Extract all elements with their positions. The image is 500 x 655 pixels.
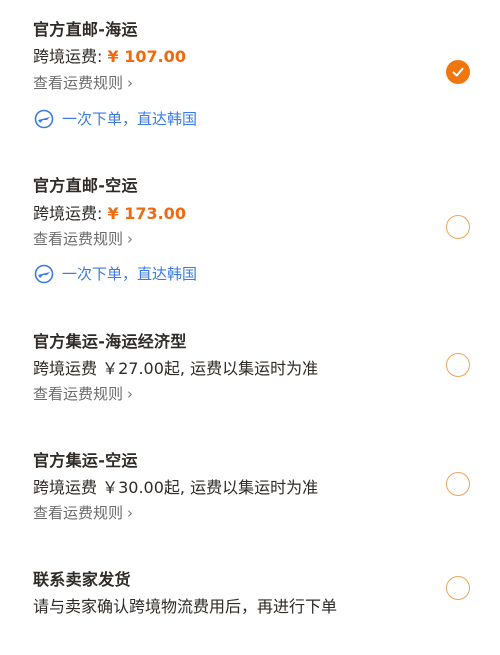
rule-link-label: 查看运费规则 xyxy=(33,230,124,248)
option-title: 官方集运-空运 xyxy=(33,451,138,470)
option-title: 联系卖家发货 xyxy=(33,570,131,589)
view-fee-rules-link[interactable]: 查看运费规则 › xyxy=(33,228,133,249)
fee-line: 跨境运费: ¥ 173.00 xyxy=(33,200,186,224)
option-radio[interactable] xyxy=(446,215,470,239)
view-fee-rules-link[interactable]: 查看运费规则 › xyxy=(33,383,133,404)
fee-line: 请与卖家确认跨境物流费用后，再进行下单 xyxy=(33,597,338,616)
promo-line: 一次下单，直达韩国 xyxy=(34,263,197,284)
fee-price: ¥ 107.00 xyxy=(107,47,186,66)
view-fee-rules-link[interactable]: 查看运费规则 › xyxy=(33,502,133,523)
chevron-right-icon: › xyxy=(127,385,134,403)
promo-line: 一次下单，直达韩国 xyxy=(34,108,197,129)
chevron-right-icon: › xyxy=(127,230,134,248)
shipping-option-sea-direct[interactable]: 官方直邮-海运 跨境运费: ¥ 107.00 查看运费规则 › 一次下单，直达韩国 xyxy=(0,0,500,150)
option-radio-selected[interactable] xyxy=(446,60,470,84)
option-radio[interactable] xyxy=(446,353,470,377)
fee-label: 跨境运费: xyxy=(33,204,103,223)
fee-line: 跨境运费 ￥27.00起, 运费以集运时为准 xyxy=(33,359,319,378)
fee-line: 跨境运费 ￥30.00起, 运费以集运时为准 xyxy=(33,478,319,497)
check-icon xyxy=(452,67,464,77)
promo-text: 一次下单，直达韩国 xyxy=(62,265,198,283)
promo-text: 一次下单，直达韩国 xyxy=(62,110,198,128)
rule-link-label: 查看运费规则 xyxy=(33,74,124,92)
shipping-option-contact-seller[interactable]: 联系卖家发货 请与卖家确认跨境物流费用后，再进行下单 xyxy=(0,550,500,640)
chevron-right-icon: › xyxy=(127,504,134,522)
plane-circle-icon xyxy=(34,109,54,128)
chevron-right-icon: › xyxy=(127,74,134,92)
fee-line: 跨境运费: ¥ 107.00 xyxy=(33,43,186,67)
fee-label: 跨境运费: xyxy=(33,47,103,66)
rule-link-label: 查看运费规则 xyxy=(33,385,124,403)
fee-price: ¥ 173.00 xyxy=(107,204,186,223)
shipping-option-air-direct[interactable]: 官方直邮-空运 跨境运费: ¥ 173.00 查看运费规则 › 一次下单，直达韩国 xyxy=(0,155,500,305)
option-title: 官方直邮-空运 xyxy=(33,176,138,195)
option-radio[interactable] xyxy=(446,576,470,600)
rule-link-label: 查看运费规则 xyxy=(33,504,124,522)
option-title: 官方集运-海运经济型 xyxy=(33,332,187,351)
shipping-option-air-consolidated[interactable]: 官方集运-空运 跨境运费 ￥30.00起, 运费以集运时为准 查看运费规则 › xyxy=(0,430,500,540)
shipping-option-sea-consolidated[interactable]: 官方集运-海运经济型 跨境运费 ￥27.00起, 运费以集运时为准 查看运费规则… xyxy=(0,310,500,420)
view-fee-rules-link[interactable]: 查看运费规则 › xyxy=(33,72,133,93)
plane-circle-icon xyxy=(34,264,54,283)
option-radio[interactable] xyxy=(446,472,470,496)
option-title: 官方直邮-海运 xyxy=(33,20,138,39)
